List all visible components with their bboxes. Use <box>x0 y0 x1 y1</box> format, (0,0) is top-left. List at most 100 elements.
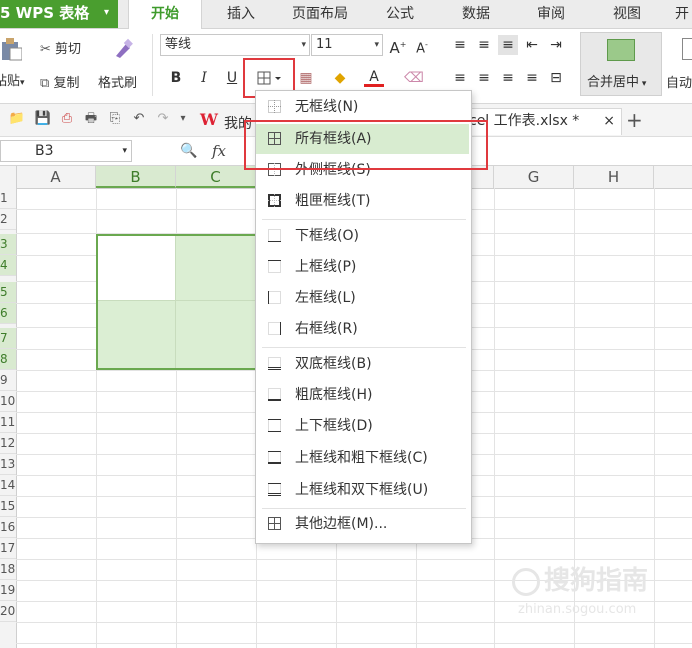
row-header[interactable]: 15 <box>0 496 16 517</box>
menu-item-top-bottom-border[interactable]: 上下框线(D) <box>256 411 469 441</box>
menu-item-top-border[interactable]: 上框线(P) <box>256 252 469 282</box>
insert-function-button[interactable]: fx <box>212 142 226 160</box>
row-header[interactable]: 1 <box>0 188 16 209</box>
column-header-a[interactable]: A <box>16 166 96 188</box>
tab-developer[interactable]: 开 <box>672 0 692 28</box>
row-header[interactable]: 11 <box>0 412 16 433</box>
menu-item-thick-box-border[interactable]: 粗匣框线(T) <box>256 186 469 216</box>
row-header[interactable]: 4 <box>0 255 16 276</box>
zoom-search-icon[interactable]: 🔍 <box>180 143 197 159</box>
cut-label: 剪切 <box>55 42 82 57</box>
merge-center-button[interactable]: 合并居中 ▾ <box>580 32 662 96</box>
copy-button[interactable]: ⧉ 复制 <box>40 72 79 91</box>
underline-button[interactable]: U <box>222 68 242 88</box>
align-top-icon[interactable]: ≡ <box>450 35 470 55</box>
tab-view[interactable]: 视图 <box>598 0 656 28</box>
menu-item-double-bottom-border[interactable]: 双底框线(B) <box>256 349 469 379</box>
increase-font-size-icon[interactable]: A+ <box>388 35 408 57</box>
distribute-icon[interactable]: ⊟ <box>546 68 566 88</box>
align-left-icon[interactable]: ≡ <box>450 68 470 88</box>
align-middle-icon[interactable]: ≡ <box>474 35 494 55</box>
new-tab-icon[interactable]: + <box>626 108 643 132</box>
print-icon[interactable]: 🖶 <box>82 110 100 128</box>
row-header[interactable]: 3 <box>0 234 16 255</box>
wps-app-menu-button[interactable]: 5 WPS 表格 ▾ <box>0 0 118 28</box>
row-header[interactable]: 13 <box>0 454 16 475</box>
copy-icon: ⧉ <box>40 76 50 91</box>
align-center-icon[interactable]: ≡ <box>474 68 494 88</box>
top-thick-bottom-border-icon <box>268 451 281 464</box>
export-pdf-icon[interactable]: ⎙ <box>58 110 76 128</box>
align-right-icon[interactable]: ≡ <box>498 68 518 88</box>
format-painter-button[interactable]: 格式刷 <box>98 72 137 91</box>
menu-item-label: 其他边框(M)... <box>295 516 388 532</box>
document-tab[interactable]: cel 工作表.xlsx * × <box>468 108 622 135</box>
font-size-select[interactable]: 11 ▾ <box>311 34 383 56</box>
fill-color-icon[interactable]: ◆ <box>330 68 350 88</box>
active-cell[interactable] <box>98 236 175 300</box>
column-header-h[interactable]: H <box>574 166 654 188</box>
wrap-text-icon[interactable] <box>682 38 692 60</box>
menu-item-no-border[interactable]: 无框线(N) <box>256 92 469 122</box>
tab-review[interactable]: 审阅 <box>522 0 580 28</box>
increase-indent-icon[interactable]: ⇥ <box>546 35 566 55</box>
row-header[interactable]: 16 <box>0 517 16 538</box>
redo-icon[interactable]: ↷ <box>154 110 172 128</box>
scissors-icon: ✂ <box>40 42 51 57</box>
row-header[interactable]: 7 <box>0 328 16 349</box>
menu-item-left-border[interactable]: 左框线(L) <box>256 283 469 313</box>
save-icon[interactable]: 💾 <box>34 110 52 128</box>
row-header[interactable]: 20 <box>0 601 16 622</box>
menu-item-bottom-border[interactable]: 下框线(O) <box>256 221 469 251</box>
thick-box-border-icon <box>268 194 281 207</box>
row-header[interactable]: 9 <box>0 370 16 391</box>
paste-icon[interactable] <box>0 36 23 62</box>
menu-item-right-border[interactable]: 右框线(R) <box>256 314 469 344</box>
menu-item-thick-bottom-border[interactable]: 粗底框线(H) <box>256 380 469 410</box>
row-header[interactable]: 17 <box>0 538 16 559</box>
no-border-icon <box>268 100 281 113</box>
font-color-icon[interactable]: A <box>364 67 384 87</box>
open-file-icon[interactable]: 📁 <box>8 110 26 128</box>
row-header[interactable]: 12 <box>0 433 16 454</box>
tab-page-layout[interactable]: 页面布局 <box>282 0 358 28</box>
row-header[interactable]: 2 <box>0 209 16 230</box>
tab-data[interactable]: 数据 <box>448 0 504 28</box>
row-header[interactable]: 18 <box>0 559 16 580</box>
row-header[interactable]: 10 <box>0 391 16 412</box>
clear-format-icon[interactable]: ⌫ <box>404 68 424 88</box>
format-painter-icon[interactable] <box>110 36 136 62</box>
justify-icon[interactable]: ≡ <box>522 68 542 88</box>
decrease-font-size-icon[interactable]: A- <box>412 35 432 56</box>
close-tab-icon[interactable]: × <box>603 109 615 133</box>
auto-wrap-button[interactable]: 自动 <box>666 72 692 91</box>
select-all-corner[interactable] <box>0 166 17 188</box>
font-name-select[interactable]: 等线 ▾ <box>160 34 310 56</box>
tab-home[interactable]: 开始 <box>128 0 202 29</box>
row-header[interactable]: 6 <box>0 303 16 324</box>
customize-toolbar-icon[interactable]: ▾ <box>174 110 192 128</box>
menu-item-top-thick-bottom-border[interactable]: 上框线和粗下框线(C) <box>256 443 469 473</box>
row-header[interactable]: 5 <box>0 282 16 303</box>
print-preview-icon[interactable]: ⎘ <box>106 110 124 128</box>
italic-button[interactable]: I <box>194 68 214 88</box>
name-box[interactable]: B3 ▾ <box>0 140 132 162</box>
cut-button[interactable]: ✂ 剪切 <box>40 38 81 57</box>
top-border-icon <box>268 260 281 273</box>
gridline <box>16 622 692 623</box>
align-bottom-icon[interactable]: ≡ <box>498 35 518 55</box>
menu-item-top-double-bottom-border[interactable]: 上框线和双下框线(U) <box>256 475 469 505</box>
column-header-g[interactable]: G <box>494 166 574 188</box>
menu-item-more-borders[interactable]: 其他边框(M)... <box>256 509 469 539</box>
undo-icon[interactable]: ↶ <box>130 110 148 128</box>
decrease-indent-icon[interactable]: ⇤ <box>522 35 542 55</box>
tab-insert[interactable]: 插入 <box>210 0 272 28</box>
fill-pattern-icon[interactable]: ▦ <box>296 68 316 88</box>
paste-button[interactable]: 粘贴▾ <box>0 70 25 89</box>
bold-button[interactable]: B <box>166 68 186 88</box>
row-header[interactable]: 8 <box>0 349 16 370</box>
column-header-b[interactable]: B <box>96 166 176 188</box>
tab-formulas[interactable]: 公式 <box>372 0 428 28</box>
row-header[interactable]: 19 <box>0 580 16 601</box>
row-header[interactable]: 14 <box>0 475 16 496</box>
